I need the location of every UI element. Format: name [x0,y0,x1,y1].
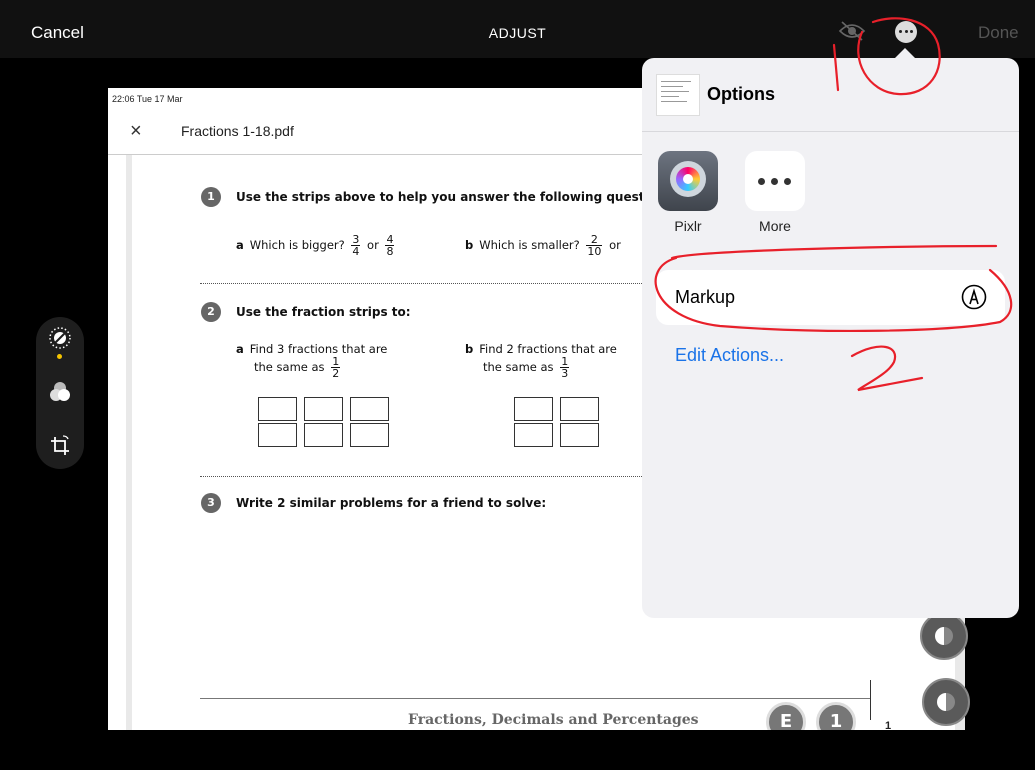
page-number: 1 [885,720,892,730]
unit-badge: 1 [816,702,856,730]
document-filename: Fractions 1-18.pdf [181,123,294,139]
footer-title: Fractions, Decimals and Percentages [408,712,699,728]
question-1a: a Which is bigger? 34 or 48 [236,233,395,258]
document-thumbnail [656,74,700,116]
options-popover: Options Pixlr More Markup Edit Actions..… [642,58,1019,618]
footer-rule [200,698,870,699]
share-app-pixlr[interactable]: Pixlr [658,151,718,234]
question-text: Write 2 similar problems for a friend to… [236,496,547,510]
adjust-dial-button[interactable] [920,612,968,660]
auto-enhance-icon[interactable] [48,326,72,350]
edit-actions-link[interactable]: Edit Actions... [675,345,784,366]
question-text: Use the strips above to help you answer … [236,190,678,204]
question-number: 3 [201,493,221,513]
contrast-icon [935,627,953,645]
more-options-button[interactable] [895,21,917,43]
app-label: More [759,218,791,234]
top-bar: Cancel ADJUST Done [0,0,1035,58]
question-text: Use the fraction strips to: [236,305,411,319]
adjust-dial-button[interactable] [922,678,970,726]
popover-title: Options [707,84,775,104]
question-2b: b Find 2 fractions that are the same as 1… [465,342,617,380]
crop-rotate-icon[interactable] [48,434,72,458]
adjust-tools [36,317,84,469]
pixlr-icon [658,151,718,211]
status-bar-time: 22:06 Tue 17 Mar [112,94,183,104]
markup-action[interactable]: Markup [656,270,1005,325]
contrast-icon [937,693,955,711]
markup-pen-icon [961,284,987,310]
more-dots-icon [745,151,805,211]
app-label: Pixlr [674,218,702,234]
left-margin [126,155,132,730]
question-number: 1 [201,187,221,207]
question-number: 2 [201,302,221,322]
question-2a: a Find 3 fractions that are the same as 1… [236,342,388,380]
filters-icon[interactable] [48,380,72,404]
close-icon: × [130,120,142,142]
level-badge: E [766,702,806,730]
markup-label: Markup [675,287,736,307]
question-1b: b Which is smaller? 2 10 or [465,233,621,258]
screen-title: ADJUST [488,25,547,41]
selected-indicator [57,354,62,359]
share-app-more[interactable]: More [745,151,805,234]
footer-separator [870,680,871,720]
done-button[interactable]: Done [978,23,1019,43]
popover-header: Options [642,58,1019,132]
hide-eye-icon[interactable] [838,21,866,41]
